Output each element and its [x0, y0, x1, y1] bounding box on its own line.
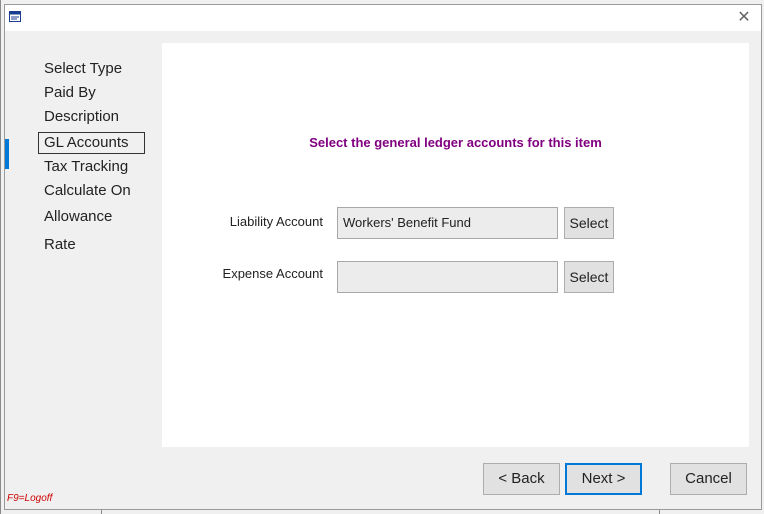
step-rate[interactable]: Rate	[44, 236, 76, 253]
background-edge	[101, 510, 102, 514]
expense-account-field[interactable]	[337, 261, 558, 293]
close-icon[interactable]: ✕	[733, 7, 755, 29]
expense-account-label: Expense Account	[222, 266, 323, 281]
background-edge	[0, 0, 1, 514]
focus-accent	[5, 139, 9, 169]
step-allowance[interactable]: Allowance	[44, 208, 112, 225]
expense-select-button[interactable]: Select	[564, 261, 614, 293]
step-tax-tracking[interactable]: Tax Tracking	[44, 158, 128, 175]
page-heading: Select the general ledger accounts for t…	[309, 135, 602, 150]
step-calculate-on[interactable]: Calculate On	[44, 182, 131, 199]
step-paid-by[interactable]: Paid By	[44, 84, 96, 101]
app-icon	[9, 11, 21, 22]
logoff-hotkey-hint: F9=Logoff	[7, 493, 53, 504]
back-button[interactable]: < Back	[483, 463, 560, 495]
next-button[interactable]: Next >	[565, 463, 642, 495]
dialog-window: ✕ Select Type Paid By Description GL Acc…	[4, 4, 762, 510]
cancel-button[interactable]: Cancel	[670, 463, 747, 495]
title-bar: ✕	[5, 5, 761, 31]
liability-account-label: Liability Account	[229, 214, 323, 229]
step-description[interactable]: Description	[44, 108, 119, 125]
step-select-type[interactable]: Select Type	[44, 60, 122, 77]
step-gl-accounts[interactable]: GL Accounts	[38, 132, 145, 154]
background-edge	[659, 510, 660, 514]
liability-account-field[interactable]: Workers' Benefit Fund	[337, 207, 558, 239]
content-panel: Select the general ledger accounts for t…	[162, 43, 749, 447]
liability-select-button[interactable]: Select	[564, 207, 614, 239]
